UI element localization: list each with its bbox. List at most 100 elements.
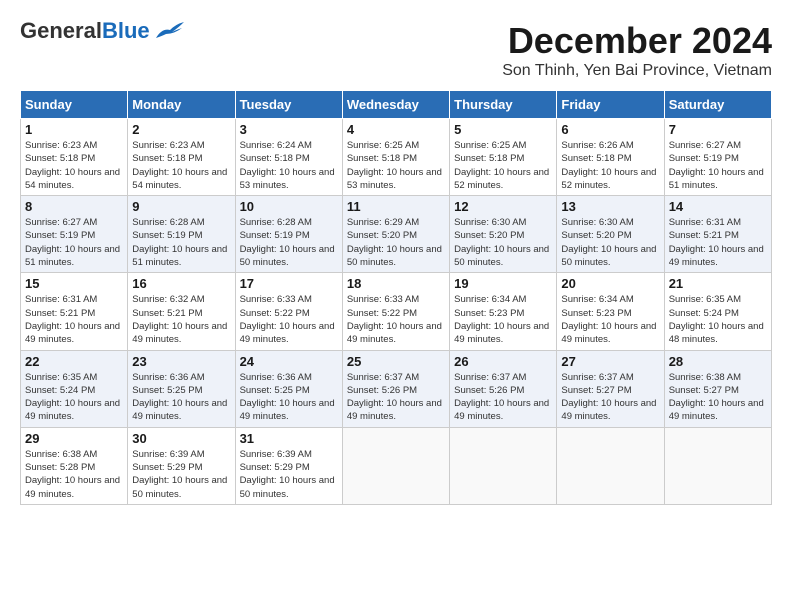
weekday-header: Friday — [557, 91, 664, 119]
calendar-cell: 18 Sunrise: 6:33 AMSunset: 5:22 PMDayligh… — [342, 273, 449, 350]
day-info: Sunrise: 6:38 AMSunset: 5:28 PMDaylight:… — [25, 448, 123, 501]
day-number: 26 — [454, 354, 552, 369]
day-number: 6 — [561, 122, 659, 137]
day-number: 31 — [240, 431, 338, 446]
day-info: Sunrise: 6:37 AMSunset: 5:27 PMDaylight:… — [561, 371, 659, 424]
day-info: Sunrise: 6:32 AMSunset: 5:21 PMDaylight:… — [132, 293, 230, 346]
day-number: 18 — [347, 276, 445, 291]
calendar-week-row: 1 Sunrise: 6:23 AMSunset: 5:18 PMDaylight… — [21, 119, 772, 196]
day-number: 21 — [669, 276, 767, 291]
logo: GeneralBlue — [20, 20, 186, 42]
day-number: 10 — [240, 199, 338, 214]
weekday-header: Monday — [128, 91, 235, 119]
calendar-cell — [557, 427, 664, 504]
location-title: Son Thinh, Yen Bai Province, Vietnam — [502, 62, 772, 80]
day-number: 25 — [347, 354, 445, 369]
day-info: Sunrise: 6:39 AMSunset: 5:29 PMDaylight:… — [132, 448, 230, 501]
calendar-week-row: 22 Sunrise: 6:35 AMSunset: 5:24 PMDayligh… — [21, 350, 772, 427]
day-number: 2 — [132, 122, 230, 137]
day-info: Sunrise: 6:35 AMSunset: 5:24 PMDaylight:… — [669, 293, 767, 346]
day-info: Sunrise: 6:30 AMSunset: 5:20 PMDaylight:… — [561, 216, 659, 269]
calendar-week-row: 8 Sunrise: 6:27 AMSunset: 5:19 PMDaylight… — [21, 196, 772, 273]
calendar-cell: 25 Sunrise: 6:37 AMSunset: 5:26 PMDayligh… — [342, 350, 449, 427]
calendar-cell: 20Sunrise: 6:34 AMSunset: 5:23 PMDayligh… — [557, 273, 664, 350]
calendar-cell — [664, 427, 771, 504]
weekday-header: Sunday — [21, 91, 128, 119]
calendar-cell: 17 Sunrise: 6:33 AMSunset: 5:22 PMDayligh… — [235, 273, 342, 350]
day-number: 15 — [25, 276, 123, 291]
calendar-cell: 31 Sunrise: 6:39 AMSunset: 5:29 PMDayligh… — [235, 427, 342, 504]
day-info: Sunrise: 6:23 AMSunset: 5:18 PMDaylight:… — [25, 139, 123, 192]
day-info: Sunrise: 6:28 AMSunset: 5:19 PMDaylight:… — [132, 216, 230, 269]
weekday-header: Tuesday — [235, 91, 342, 119]
logo-general: General — [20, 18, 102, 43]
day-number: 23 — [132, 354, 230, 369]
day-number: 1 — [25, 122, 123, 137]
day-number: 17 — [240, 276, 338, 291]
day-info: Sunrise: 6:27 AMSunset: 5:19 PMDaylight:… — [669, 139, 767, 192]
day-info: Sunrise: 6:29 AMSunset: 5:20 PMDaylight:… — [347, 216, 445, 269]
day-number: 22 — [25, 354, 123, 369]
calendar-cell: 10 Sunrise: 6:28 AMSunset: 5:19 PMDayligh… — [235, 196, 342, 273]
day-number: 24 — [240, 354, 338, 369]
calendar-cell: 27Sunrise: 6:37 AMSunset: 5:27 PMDayligh… — [557, 350, 664, 427]
day-info: Sunrise: 6:37 AMSunset: 5:26 PMDaylight:… — [454, 371, 552, 424]
calendar-week-row: 29 Sunrise: 6:38 AMSunset: 5:28 PMDayligh… — [21, 427, 772, 504]
day-info: Sunrise: 6:23 AMSunset: 5:18 PMDaylight:… — [132, 139, 230, 192]
day-info: Sunrise: 6:35 AMSunset: 5:24 PMDaylight:… — [25, 371, 123, 424]
calendar-cell: 9 Sunrise: 6:28 AMSunset: 5:19 PMDaylight… — [128, 196, 235, 273]
day-info: Sunrise: 6:24 AMSunset: 5:18 PMDaylight:… — [240, 139, 338, 192]
day-number: 28 — [669, 354, 767, 369]
day-number: 29 — [25, 431, 123, 446]
day-info: Sunrise: 6:33 AMSunset: 5:22 PMDaylight:… — [240, 293, 338, 346]
calendar-cell: 1 Sunrise: 6:23 AMSunset: 5:18 PMDaylight… — [21, 119, 128, 196]
calendar-cell: 16 Sunrise: 6:32 AMSunset: 5:21 PMDayligh… — [128, 273, 235, 350]
calendar-cell: 13 Sunrise: 6:30 AMSunset: 5:20 PMDayligh… — [557, 196, 664, 273]
day-info: Sunrise: 6:25 AMSunset: 5:18 PMDaylight:… — [347, 139, 445, 192]
calendar-cell: 24 Sunrise: 6:36 AMSunset: 5:25 PMDayligh… — [235, 350, 342, 427]
day-info: Sunrise: 6:33 AMSunset: 5:22 PMDaylight:… — [347, 293, 445, 346]
calendar-cell — [450, 427, 557, 504]
calendar-cell — [342, 427, 449, 504]
calendar-cell: 29 Sunrise: 6:38 AMSunset: 5:28 PMDayligh… — [21, 427, 128, 504]
day-number: 16 — [132, 276, 230, 291]
day-info: Sunrise: 6:37 AMSunset: 5:26 PMDaylight:… — [347, 371, 445, 424]
month-title: December 2024 — [502, 20, 772, 62]
day-info: Sunrise: 6:39 AMSunset: 5:29 PMDaylight:… — [240, 448, 338, 501]
logo-blue: Blue — [102, 18, 150, 43]
day-info: Sunrise: 6:38 AMSunset: 5:27 PMDaylight:… — [669, 371, 767, 424]
day-number: 5 — [454, 122, 552, 137]
day-info: Sunrise: 6:34 AMSunset: 5:23 PMDaylight:… — [454, 293, 552, 346]
day-info: Sunrise: 6:31 AMSunset: 5:21 PMDaylight:… — [25, 293, 123, 346]
calendar-cell: 28 Sunrise: 6:38 AMSunset: 5:27 PMDayligh… — [664, 350, 771, 427]
day-info: Sunrise: 6:30 AMSunset: 5:20 PMDaylight:… — [454, 216, 552, 269]
day-number: 12 — [454, 199, 552, 214]
title-section: December 2024 Son Thinh, Yen Bai Provinc… — [502, 20, 772, 80]
day-number: 20 — [561, 276, 659, 291]
day-info: Sunrise: 6:31 AMSunset: 5:21 PMDaylight:… — [669, 216, 767, 269]
day-info: Sunrise: 6:25 AMSunset: 5:18 PMDaylight:… — [454, 139, 552, 192]
calendar-cell: 5 Sunrise: 6:25 AMSunset: 5:18 PMDaylight… — [450, 119, 557, 196]
calendar-cell: 8 Sunrise: 6:27 AMSunset: 5:19 PMDaylight… — [21, 196, 128, 273]
header: GeneralBlue December 2024 Son Thinh, Yen… — [20, 20, 772, 80]
day-number: 30 — [132, 431, 230, 446]
day-info: Sunrise: 6:36 AMSunset: 5:25 PMDaylight:… — [240, 371, 338, 424]
calendar: SundayMondayTuesdayWednesdayThursdayFrid… — [20, 90, 772, 505]
calendar-week-row: 15 Sunrise: 6:31 AMSunset: 5:21 PMDayligh… — [21, 273, 772, 350]
day-number: 9 — [132, 199, 230, 214]
day-info: Sunrise: 6:27 AMSunset: 5:19 PMDaylight:… — [25, 216, 123, 269]
day-number: 11 — [347, 199, 445, 214]
weekday-header-row: SundayMondayTuesdayWednesdayThursdayFrid… — [21, 91, 772, 119]
calendar-cell: 15 Sunrise: 6:31 AMSunset: 5:21 PMDayligh… — [21, 273, 128, 350]
calendar-cell: 6Sunrise: 6:26 AMSunset: 5:18 PMDaylight… — [557, 119, 664, 196]
day-number: 8 — [25, 199, 123, 214]
calendar-cell: 23 Sunrise: 6:36 AMSunset: 5:25 PMDayligh… — [128, 350, 235, 427]
day-number: 19 — [454, 276, 552, 291]
day-info: Sunrise: 6:36 AMSunset: 5:25 PMDaylight:… — [132, 371, 230, 424]
calendar-cell: 14Sunrise: 6:31 AMSunset: 5:21 PMDayligh… — [664, 196, 771, 273]
day-number: 13 — [561, 199, 659, 214]
day-number: 3 — [240, 122, 338, 137]
day-info: Sunrise: 6:28 AMSunset: 5:19 PMDaylight:… — [240, 216, 338, 269]
calendar-cell: 3 Sunrise: 6:24 AMSunset: 5:18 PMDaylight… — [235, 119, 342, 196]
calendar-cell: 11 Sunrise: 6:29 AMSunset: 5:20 PMDayligh… — [342, 196, 449, 273]
